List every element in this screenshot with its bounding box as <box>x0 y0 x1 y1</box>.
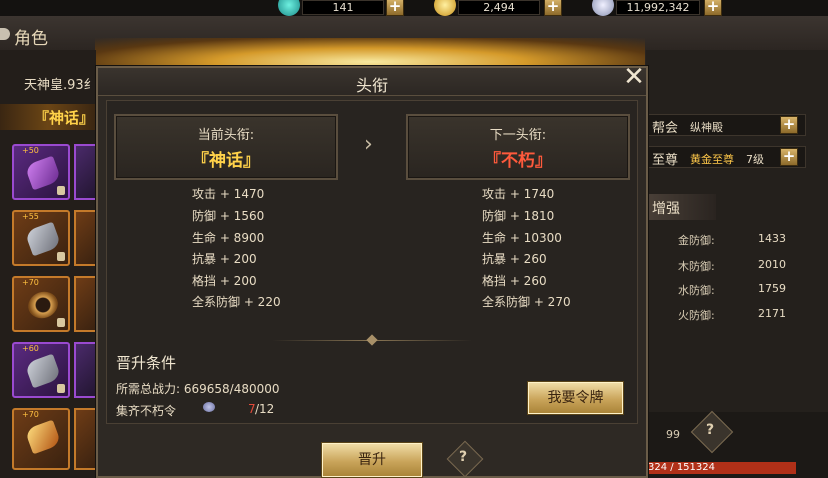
add-silver-button[interactable]: + <box>704 0 722 16</box>
dialog-header: 头衔 <box>98 68 646 96</box>
lock-icon <box>57 186 65 195</box>
guild-value: 纵神殿 <box>690 121 723 134</box>
close-icon[interactable]: ✕ <box>620 64 648 92</box>
gold-amount: 2,494 <box>458 0 540 15</box>
wood-defense-value: 2010 <box>758 258 786 271</box>
current-stat-defense: 防御 + 1560 <box>192 209 265 223</box>
slot-level: +60 <box>22 344 39 353</box>
current-title-name: 『神话』 <box>192 151 260 171</box>
water-defense-label: 水防御: <box>678 284 715 297</box>
jade-amount: 141 <box>302 0 384 15</box>
equip-slot-2d[interactable] <box>74 342 96 398</box>
token-need-count: /12 <box>255 402 275 416</box>
bracer-icon <box>24 221 62 257</box>
add-gold-button[interactable]: + <box>544 0 562 16</box>
next-stat-all-defense: 全系防御 + 270 <box>482 295 571 309</box>
next-stat-block: 格挡 + 260 <box>482 274 547 288</box>
slot-level: +70 <box>22 410 39 419</box>
hp-text: 324 / 151324 <box>648 462 715 473</box>
equip-slot-2e[interactable] <box>74 408 96 470</box>
next-stat-attack: 攻击 + 1740 <box>482 187 555 201</box>
staff-icon <box>24 419 62 455</box>
equip-slot-staff[interactable]: +70 <box>12 408 70 470</box>
next-title-name: 『不朽』 <box>484 151 552 171</box>
guild-add-button[interactable]: + <box>780 116 798 134</box>
power-requirement: 所需总战力: 669658/480000 <box>116 382 280 396</box>
token-requirement-label: 集齐不朽令 <box>116 404 177 418</box>
metal-defense-label: 金防御: <box>678 234 715 247</box>
supreme-label: 至尊 <box>652 153 679 168</box>
next-stat-defense: 防御 + 1810 <box>482 209 555 223</box>
current-stat-all-defense: 全系防御 + 220 <box>192 295 281 309</box>
equip-slot-weapon[interactable]: +50 <box>12 144 70 200</box>
boots-icon <box>24 353 62 389</box>
slot-level: +70 <box>22 278 39 287</box>
current-title-badge: 『神话』 <box>34 109 95 127</box>
lock-icon <box>57 318 65 327</box>
character-name: 天神皇.93纟 <box>24 78 97 93</box>
lock-icon <box>57 252 65 261</box>
wood-defense-label: 木防御: <box>678 260 715 273</box>
get-token-button[interactable]: 我要令牌 <box>527 381 624 415</box>
ring-icon <box>24 287 62 323</box>
slot-level: +50 <box>22 146 39 155</box>
current-stat-life: 生命 + 8900 <box>192 231 265 245</box>
current-title-label: 当前头衔: <box>197 128 255 143</box>
equip-slot-2a[interactable] <box>74 144 96 200</box>
equip-slot-ring[interactable]: +70 <box>12 276 70 332</box>
water-defense-value: 1759 <box>758 282 786 295</box>
guild-label: 帮会 <box>652 121 679 136</box>
metal-defense-value: 1433 <box>758 232 786 245</box>
supreme-level: 7级 <box>746 153 764 166</box>
current-stat-attack: 攻击 + 1470 <box>192 187 265 201</box>
fire-defense-value: 2171 <box>758 307 786 320</box>
status-number: 99 <box>666 428 680 441</box>
equip-slot-bracer[interactable]: +55 <box>12 210 70 266</box>
supreme-value: 黄金至尊 <box>690 153 734 166</box>
add-jade-button[interactable]: + <box>386 0 404 16</box>
fire-defense-label: 火防御: <box>678 309 715 322</box>
lock-icon <box>57 384 65 393</box>
conditions-title: 晋升条件 <box>116 354 177 372</box>
dialog-title: 头衔 <box>355 76 388 95</box>
immortal-token-icon <box>203 402 215 412</box>
current-stat-crit-resist: 抗暴 + 200 <box>192 252 257 266</box>
next-stat-crit-resist: 抗暴 + 260 <box>482 252 547 266</box>
help-icon: ? <box>459 449 468 465</box>
screen-title: 角色 <box>14 29 48 49</box>
chevron-right-icon: › <box>364 132 373 157</box>
help-icon: ? <box>706 422 715 438</box>
slot-level: +55 <box>22 212 39 221</box>
next-stat-life: 生命 + 10300 <box>482 231 562 245</box>
silver-amount: 11,992,342 <box>616 0 700 15</box>
sword-icon <box>24 155 62 191</box>
equip-slot-boots[interactable]: +60 <box>12 342 70 398</box>
enhance-label: 增强 <box>652 201 680 217</box>
promote-button[interactable]: 晋升 <box>321 442 423 478</box>
equip-slot-2b[interactable] <box>74 210 96 266</box>
next-title-label: 下一头衔: <box>489 128 547 143</box>
supreme-add-button[interactable]: + <box>780 148 798 166</box>
equip-slot-2c[interactable] <box>74 276 96 332</box>
current-stat-block: 格挡 + 200 <box>192 274 257 288</box>
